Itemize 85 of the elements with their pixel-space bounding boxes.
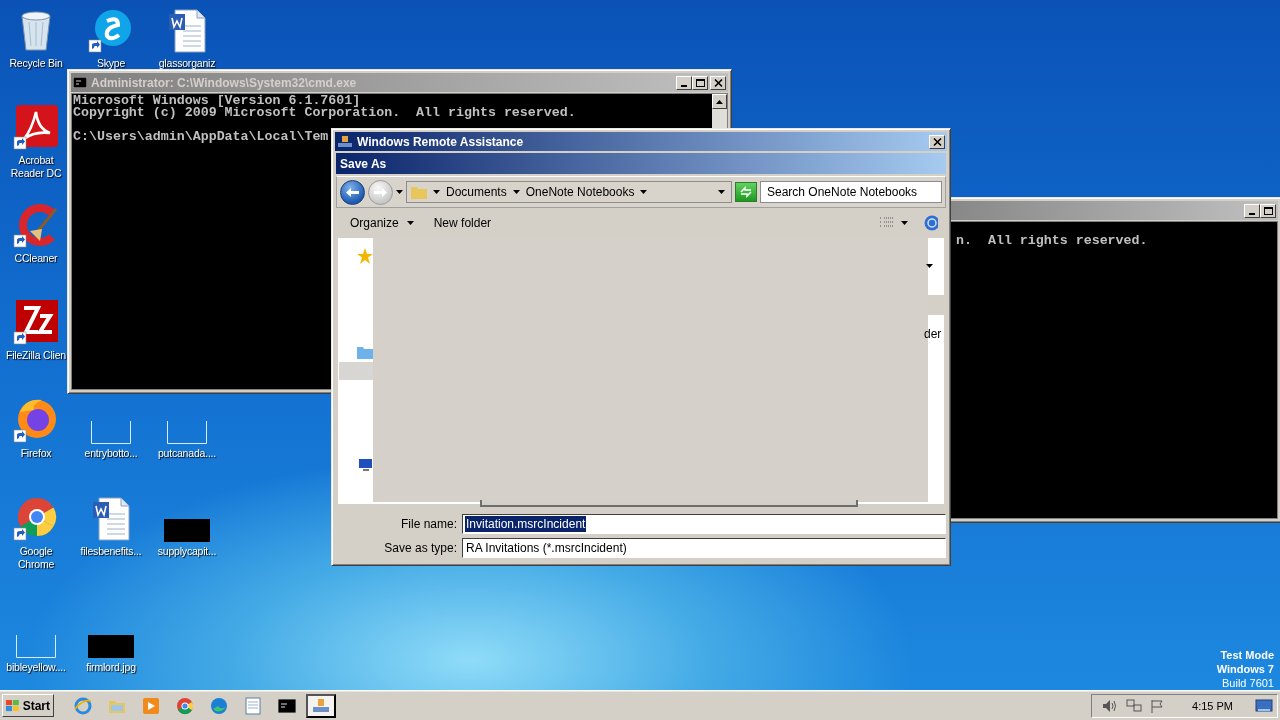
toolbar-button[interactable]: Organize: [346, 214, 418, 232]
chevron-icon: [512, 190, 520, 194]
console-prompt: C:\Users\admin\AppData\Local\Tem: [73, 131, 329, 143]
field-value: RA Invitations (*.msrcIncident): [465, 540, 628, 556]
minimize-button[interactable]: [676, 75, 692, 90]
console-text: Microsoft Windows [Version 6.1.7601]: [73, 95, 361, 107]
desktop-icon-label[interactable]: filesbenefits...: [80, 545, 142, 558]
caret-icon: [926, 264, 933, 268]
field-label: File name:: [399, 517, 457, 531]
star-icon: [357, 248, 373, 264]
field-value: Invitation.msrcIncident: [465, 516, 587, 532]
desktop-icon-label[interactable]: CCleaner: [14, 252, 58, 265]
dialog-header: Save As: [336, 153, 946, 174]
notepad-icon: [245, 696, 261, 715]
maximize-icon: [694, 77, 706, 88]
chevron-icon: [433, 190, 440, 194]
console-text: Copyright (c) 2009 Microsoft Corporation. All rights reserved.: [73, 107, 576, 119]
search-field[interactable]: Search OneNote Notebooks: [760, 181, 942, 203]
desktop-icon-label[interactable]: Acrobat Reader DC: [4, 154, 68, 180]
computer-icon: [357, 458, 373, 472]
minimize-button[interactable]: [1244, 203, 1260, 218]
remote-assistance-icon: [337, 135, 353, 148]
desktop-icon-label[interactable]: Skype: [96, 57, 126, 70]
view-caret-icon: [901, 221, 908, 225]
speaker-icon[interactable]: [1102, 698, 1119, 713]
window-title: Windows Remote Assistance: [357, 134, 524, 149]
horizontal-scrollbar[interactable]: [480, 500, 858, 507]
taskbar-app-button[interactable]: [306, 693, 336, 718]
console-text: n. All rights reserved.: [956, 235, 1148, 247]
desktop-icon-label[interactable]: Firefox: [20, 447, 52, 460]
desktop-icon-label[interactable]: FileZilla Clien: [6, 349, 66, 362]
media-player-icon: [143, 697, 159, 714]
up-arrow-icon: [716, 99, 723, 104]
address-bar[interactable]: Documents OneNote Notebooks: [406, 181, 732, 203]
breadcrumb-item[interactable]: Documents: [446, 185, 507, 199]
close-icon: [931, 136, 943, 147]
start-logo-icon: [6, 698, 20, 713]
file-item-text: der: [924, 327, 942, 341]
console-icon: [73, 77, 87, 88]
start-button[interactable]: Start: [2, 694, 54, 717]
clock[interactable]: 4:15 PM: [1192, 699, 1233, 712]
browser-icon: [210, 696, 228, 715]
network-icon[interactable]: [1126, 698, 1143, 713]
show-desktop-icon[interactable]: [1255, 698, 1273, 713]
toolbar-button[interactable]: New folder: [429, 214, 496, 232]
desktop-icon-label[interactable]: Recycle Bin: [9, 57, 63, 70]
file-name-field[interactable]: Invitation.msrcIncident: [462, 514, 946, 534]
console-icon: [278, 698, 296, 713]
view-icon[interactable]: [879, 216, 895, 230]
maximize-button[interactable]: [692, 75, 708, 90]
minimize-icon: [1249, 212, 1255, 215]
arrow-left-icon: [346, 186, 359, 198]
maximize-button[interactable]: [1260, 203, 1276, 218]
desktop-icon-label[interactable]: entrybotto...: [84, 447, 138, 460]
system-info-text: Build 7601: [1222, 676, 1274, 690]
file-type-dropdown[interactable]: RA Invitations (*.msrcIncident): [462, 538, 946, 558]
dropdown-caret-icon: [718, 190, 725, 194]
flag-icon[interactable]: [1150, 698, 1165, 713]
field-label: Save as type:: [383, 541, 457, 555]
desktop-icon-label[interactable]: Google Chrome: [4, 545, 68, 571]
help-icon[interactable]: [924, 215, 938, 231]
desktop-icon-label[interactable]: putcanada....: [157, 447, 217, 460]
remote-assistance-icon: [312, 697, 330, 714]
history-caret-icon: [396, 190, 403, 194]
window-title: Administrator: C:\Windows\System32\cmd.exe: [91, 75, 357, 90]
minimize-icon: [681, 84, 687, 87]
close-icon: [712, 77, 724, 88]
chevron-icon: [640, 190, 648, 194]
folder-icon: [411, 185, 427, 199]
system-info-text: Windows 7: [1216, 662, 1274, 676]
system-info-text: Test Mode: [1220, 648, 1274, 662]
close-button[interactable]: [929, 134, 945, 149]
browser-icon: [176, 696, 194, 715]
back-button[interactable]: [340, 179, 365, 205]
maximize-icon: [1262, 205, 1274, 216]
folder-icon: [357, 345, 373, 359]
desktop-icon-label[interactable]: bibleyellow....: [6, 661, 66, 674]
close-button[interactable]: [710, 75, 726, 90]
breadcrumb-item[interactable]: OneNote Notebooks: [525, 185, 635, 199]
arrow-right-icon: [374, 186, 387, 198]
refresh-button[interactable]: [735, 182, 757, 202]
desktop-icon-label[interactable]: supplycapit...: [157, 545, 217, 558]
browser-icon: [74, 696, 92, 715]
refresh-icon: [739, 186, 753, 198]
desktop-icon-label[interactable]: glassorganiz: [158, 57, 216, 70]
